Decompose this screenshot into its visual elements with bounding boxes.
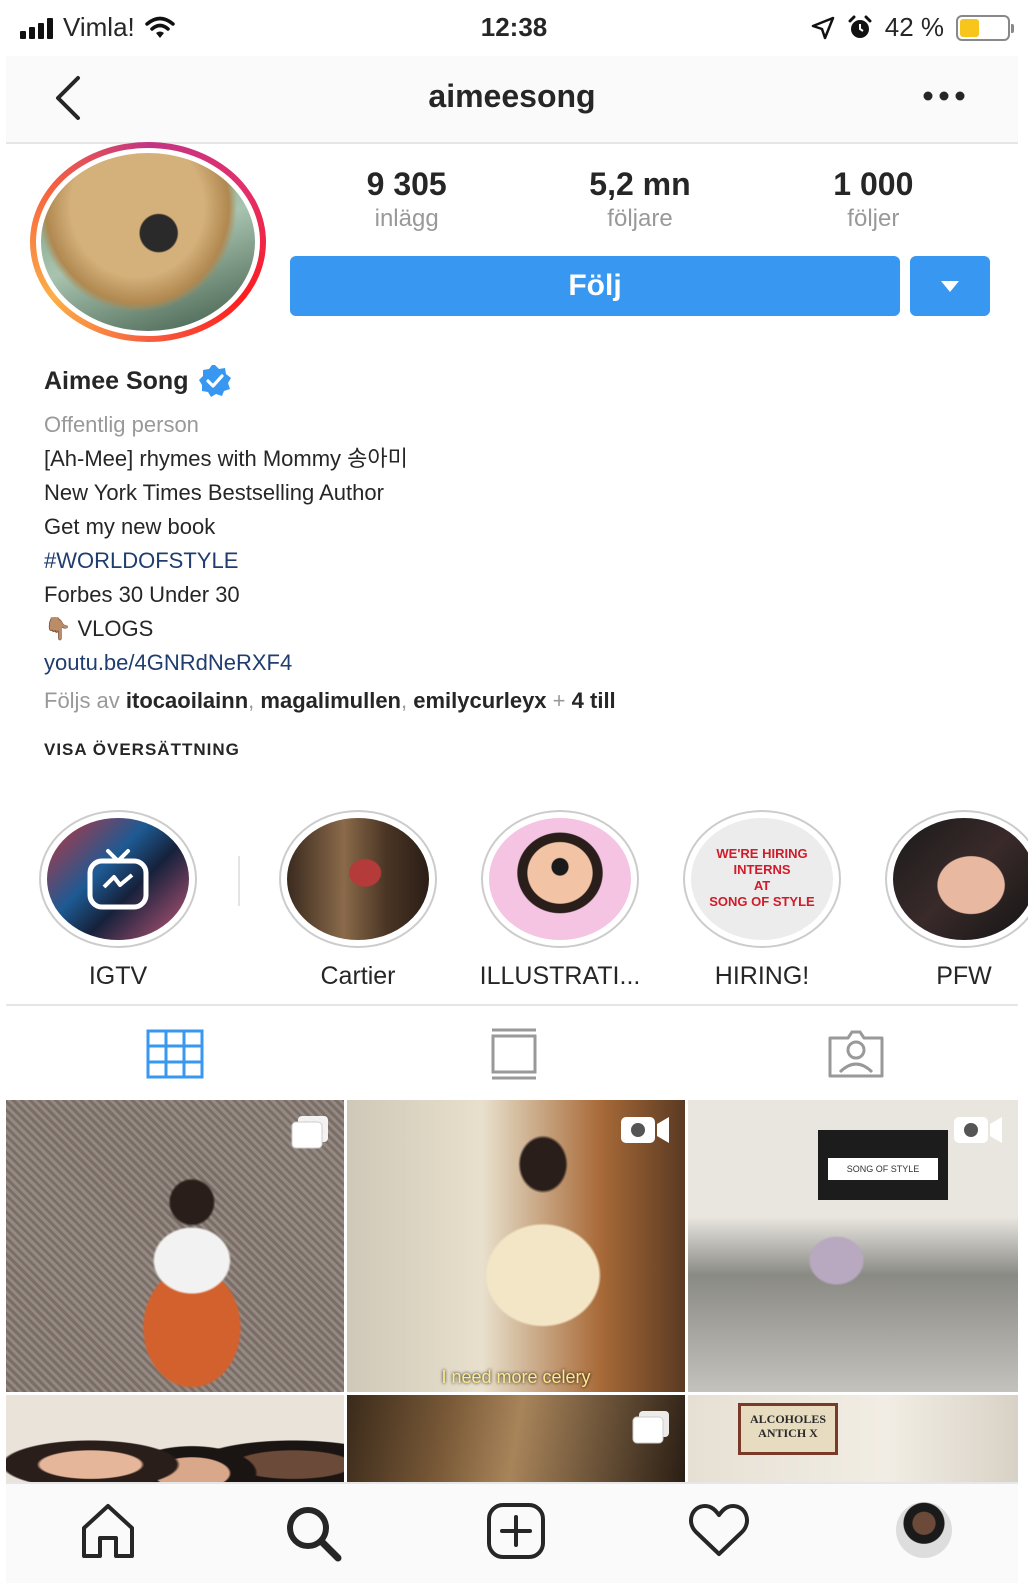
feed-list-icon[interactable]	[490, 1028, 538, 1080]
bio-website-link[interactable]: youtu.be/4GNRdNeRXF4	[44, 646, 984, 680]
highlight-illustration-image	[489, 818, 631, 940]
profile-category: Offentlig person	[44, 412, 199, 437]
followed-by-user[interactable]: emilycurleyx	[413, 688, 546, 713]
battery-icon	[956, 14, 1014, 41]
igtv-icon	[87, 849, 149, 910]
highlight-label: ILLUSTRATI...	[479, 962, 641, 990]
highlight-divider	[238, 856, 240, 906]
search-icon[interactable]	[282, 1502, 344, 1562]
story-highlights: IGTV Cartier ILLUSTRATI... WE'RE HIRING …	[0, 810, 1028, 1000]
stat-following[interactable]: 1 000 följer	[757, 166, 990, 233]
stat-following-value: 1 000	[833, 166, 914, 202]
carousel-icon	[632, 1411, 669, 1444]
location-arrow-icon	[811, 16, 834, 39]
suggestions-dropdown-button[interactable]	[910, 256, 990, 316]
highlight-label: HIRING!	[714, 962, 810, 990]
screen-text: SONG OF STYLE	[828, 1158, 938, 1180]
stat-following-label: följer	[847, 205, 900, 232]
bio-hashtag-link[interactable]: #WORLDOFSTYLE	[44, 544, 984, 578]
profile-bio: Aimee Song Offentlig person [Ah-Mee] rhy…	[44, 362, 984, 760]
bio-line: Forbes 30 Under 30	[44, 582, 240, 607]
profile-avatar	[41, 153, 255, 331]
highlight-hiring-image: WE'RE HIRING INTERNS AT SONG OF STYLE	[691, 818, 833, 940]
video-camera-icon	[954, 1117, 1002, 1143]
stat-posts-label: inlägg	[374, 205, 439, 232]
bottom-tab-bar	[6, 1482, 1018, 1583]
shop-sign: ALCOHOLES ANTICH X	[738, 1403, 838, 1455]
stat-posts[interactable]: 9 305 inlägg	[290, 166, 523, 233]
followed-by-more[interactable]: 4 till	[572, 688, 616, 713]
tagged-person-icon[interactable]	[826, 1028, 886, 1080]
carousel-icon	[291, 1116, 328, 1149]
highlight-cartier[interactable]: Cartier	[258, 810, 458, 991]
add-post-icon[interactable]	[486, 1502, 546, 1560]
highlight-pfw[interactable]: PFW	[864, 810, 1028, 991]
home-icon[interactable]	[78, 1502, 138, 1560]
alarm-icon	[848, 15, 872, 38]
highlight-label: IGTV	[88, 962, 148, 990]
see-translation-link[interactable]: VISA ÖVERSÄTTNING	[44, 740, 984, 760]
profile-avatar-ring[interactable]	[30, 142, 266, 342]
video-camera-icon	[621, 1117, 669, 1143]
followed-by-plus: +	[552, 688, 566, 713]
post-thumbnail[interactable]	[6, 1100, 344, 1392]
followed-by-user[interactable]: magalimullen	[260, 688, 401, 713]
profile-avatar[interactable]	[896, 1502, 952, 1558]
status-bar: Vimla! 12:38 42 %	[0, 0, 1028, 56]
verified-badge-icon	[199, 365, 232, 397]
battery-fill	[960, 18, 980, 37]
profile-stats: 9 305 inlägg 5,2 mn följare 1 000 följer	[290, 166, 990, 233]
stat-followers-label: följare	[607, 205, 673, 232]
grid-icon[interactable]	[146, 1028, 204, 1080]
battery-percent: 42 %	[884, 12, 944, 42]
highlight-igtv[interactable]: IGTV	[18, 810, 218, 991]
post-thumbnail[interactable]	[347, 1395, 685, 1482]
followed-by[interactable]: Följs av itocaoilainn, magalimullen, emi…	[44, 688, 984, 714]
highlight-igtv-image	[47, 818, 189, 940]
bio-line: New York Times Bestselling Author	[44, 480, 384, 505]
stat-posts-value: 9 305	[366, 166, 447, 202]
profile-tabs	[6, 1004, 1018, 1100]
highlight-pfw-image	[893, 818, 1028, 940]
post-thumbnail[interactable]: SONG OF STYLE	[688, 1100, 1018, 1392]
status-right: 42 %	[811, 12, 1014, 43]
followed-by-prefix: Följs av	[44, 688, 120, 713]
posts-grid: I need more celery SONG OF STYLE ALCOHOL…	[6, 1100, 1018, 1482]
more-horizontal-icon[interactable]	[922, 90, 966, 102]
follow-button[interactable]: Följ	[290, 256, 900, 316]
heart-icon[interactable]	[688, 1502, 750, 1558]
bio-line: Get my new book	[44, 514, 216, 539]
bio-line: 👇🏽 VLOGS	[44, 616, 154, 641]
highlight-illustration[interactable]: ILLUSTRATI...	[460, 810, 660, 991]
highlight-label: PFW	[936, 962, 992, 990]
video-caption: I need more celery	[441, 1367, 591, 1387]
stat-followers[interactable]: 5,2 mn följare	[523, 166, 756, 233]
followed-by-user[interactable]: itocaoilainn	[126, 688, 248, 713]
highlight-label: Cartier	[320, 962, 396, 990]
highlight-hiring[interactable]: WE'RE HIRING INTERNS AT SONG OF STYLE HI…	[662, 810, 862, 991]
post-thumbnail[interactable]: I need more celery	[347, 1100, 685, 1392]
profile-name: Aimee Song	[44, 366, 189, 395]
post-thumbnail[interactable]: ALCOHOLES ANTICH X	[688, 1395, 1018, 1482]
highlight-cartier-image	[287, 818, 429, 940]
stat-followers-value: 5,2 mn	[589, 166, 691, 202]
nav-title: aimeesong	[428, 78, 596, 114]
post-thumbnail[interactable]	[6, 1395, 344, 1482]
bio-line: [Ah-Mee] rhymes with Mommy 송아미	[44, 446, 408, 471]
nav-bar: aimeesong	[6, 56, 1018, 144]
